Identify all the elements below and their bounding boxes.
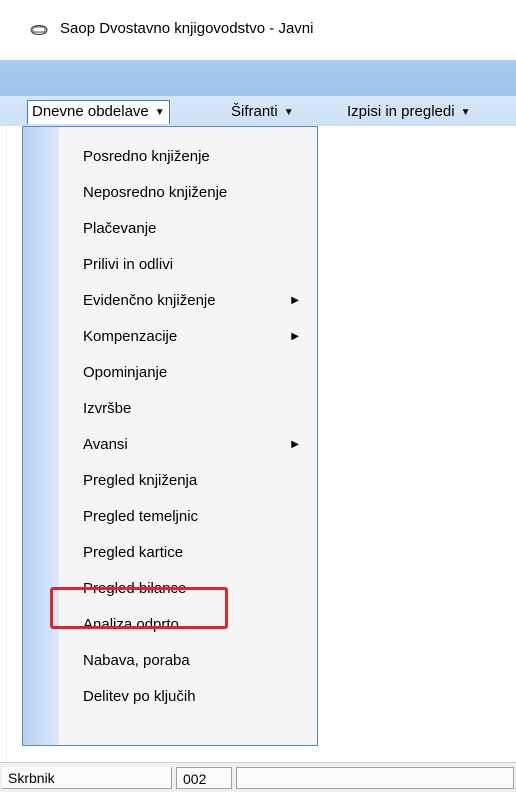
mdi-border	[0, 126, 7, 762]
status-extra	[236, 767, 514, 789]
menu-item-prilivi-in-odlivi[interactable]: Prilivi in odlivi	[59, 247, 315, 283]
menu-izpisi-in-pregledi[interactable]: Izpisi in pregledi ▼	[343, 101, 474, 123]
menu-bar: Dnevne obdelave ▼ Šifranti ▼ Izpisi in pre…	[0, 96, 516, 126]
chevron-right-icon: ▶	[291, 331, 299, 342]
menu-item-label: Delitev po ključih	[83, 688, 196, 705]
ribbon-band	[0, 60, 516, 96]
menu-item-avansi[interactable]: Avansi ▶	[59, 427, 315, 463]
menu-item-pregled-kartice[interactable]: Pregled kartice	[59, 535, 315, 571]
menu-item-label: Posredno knjiženje	[83, 148, 210, 165]
menu-sifranti[interactable]: Šifranti ▼	[227, 101, 298, 123]
chevron-down-icon: ▼	[283, 107, 294, 118]
menu-item-opominjanje[interactable]: Opominjanje	[59, 355, 315, 391]
menu-item-label: Nabava, poraba	[83, 652, 190, 669]
window-title: Saop Dvostavno knjigovodstvo - Javni	[60, 20, 314, 37]
chevron-down-icon: ▼	[460, 107, 471, 118]
menu-item-nabava-poraba[interactable]: Nabava, poraba	[59, 643, 315, 679]
menu-item-label: Neposredno knjiženje	[83, 184, 228, 201]
status-code: 002	[176, 767, 232, 789]
menu-item-label: Avansi	[83, 436, 128, 453]
dropdown-menu: Posredno knjiženje Neposredno knjiženje …	[22, 126, 318, 746]
menu-item-label: Prilivi in odlivi	[83, 256, 174, 273]
menu-dnevne-obdelave[interactable]: Dnevne obdelave ▼	[27, 100, 170, 124]
menu-icon-strip	[23, 127, 59, 745]
menu-item-evidencno-knjizenje[interactable]: Evidenčno knjiženje ▶	[59, 283, 315, 319]
menu-item-neposredno-knjizenje[interactable]: Neposredno knjiženje	[59, 175, 315, 211]
menu-item-label: Plačevanje	[83, 220, 157, 237]
menu-item-pregled-knjizenja[interactable]: Pregled knjiženja	[59, 463, 315, 499]
menu-item-pregled-temeljnic[interactable]: Pregled temeljnic	[59, 499, 315, 535]
status-bar: Skrbnik 002	[0, 762, 516, 792]
chevron-down-icon: ▼	[154, 107, 165, 118]
menu-item-posredno-knjizenje[interactable]: Posredno knjiženje	[59, 139, 315, 175]
status-user: Skrbnik	[2, 767, 172, 789]
menu-item-label: Pregled knjiženja	[83, 472, 198, 489]
highlight-box	[50, 587, 228, 629]
app-icon	[30, 25, 48, 35]
title-bar: Saop Dvostavno knjigovodstvo - Javni	[0, 0, 516, 61]
menu-item-label: Pregled temeljnic	[83, 508, 199, 525]
menu-item-placevanje[interactable]: Plačevanje	[59, 211, 315, 247]
menu-item-label: Pregled kartice	[83, 544, 184, 561]
chevron-right-icon: ▶	[291, 439, 299, 450]
menu-item-kompenzacije[interactable]: Kompenzacije ▶	[59, 319, 315, 355]
menu-label: Šifranti	[231, 103, 278, 120]
menu-label: Izpisi in pregledi	[347, 103, 455, 120]
menu-label: Dnevne obdelave	[32, 103, 149, 120]
menu-item-label: Evidenčno knjiženje	[83, 292, 216, 309]
menu-item-label: Izvršbe	[83, 400, 132, 417]
chevron-right-icon: ▶	[291, 295, 299, 306]
menu-item-label: Kompenzacije	[83, 328, 178, 345]
menu-item-label: Opominjanje	[83, 364, 168, 381]
menu-item-delitev-po-kljucih[interactable]: Delitev po ključih	[59, 679, 315, 715]
menu-item-izvrsbe[interactable]: Izvršbe	[59, 391, 315, 427]
